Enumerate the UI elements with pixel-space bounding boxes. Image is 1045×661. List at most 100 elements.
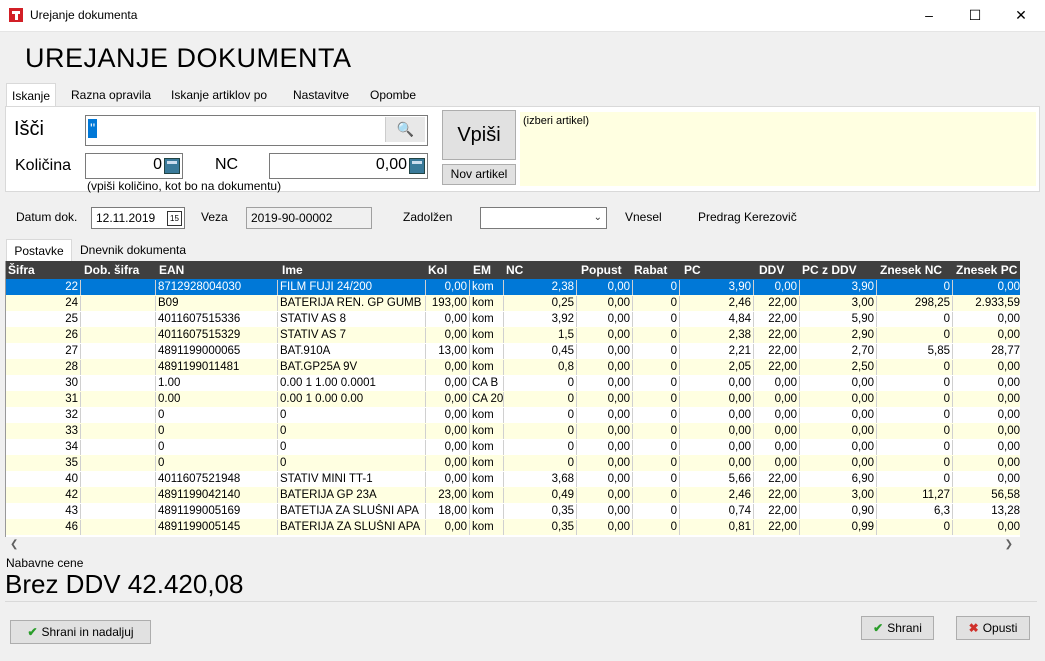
items-grid[interactable]: Šifra Dob. šifra EAN Ime Kol EM NC Popust Rabat P… bbox=[5, 261, 1021, 537]
column-header[interactable]: Rabat bbox=[634, 263, 667, 277]
table-cell bbox=[81, 280, 156, 295]
column-header[interactable]: PC bbox=[684, 263, 701, 277]
tab-iskanje-artiklov-po[interactable]: Iskanje artiklov po bbox=[166, 85, 272, 106]
table-cell: 5,66 bbox=[680, 472, 754, 487]
table-row[interactable]: 34 0 0 0,00 kom 0 0,00 0 0,00 0,00 0,00 0 0,00 bbox=[6, 439, 1021, 455]
table-cell: 193,00 bbox=[426, 296, 470, 311]
column-header[interactable]: EM bbox=[473, 263, 491, 277]
table-row[interactable]: 35 0 0 0,00 kom 0 0,00 0 0,00 0,00 0,00 0 0,00 bbox=[6, 455, 1021, 471]
calculator-icon[interactable] bbox=[164, 158, 180, 174]
table-cell: 0,00 bbox=[680, 408, 754, 423]
table-cell: 0 bbox=[633, 360, 680, 375]
datum-input[interactable]: 12.11.2019 15 bbox=[91, 207, 185, 229]
table-cell: 0 bbox=[278, 456, 426, 471]
chevron-down-icon[interactable]: ⌄ bbox=[594, 208, 602, 228]
column-header[interactable]: Znesek NC bbox=[880, 263, 942, 277]
table-cell: 0,35 bbox=[504, 520, 577, 535]
tab-nastavitve[interactable]: Nastavitve bbox=[288, 85, 354, 106]
tab-dnevnik-dokumenta[interactable]: Dnevnik dokumenta bbox=[80, 243, 186, 257]
table-cell: 0 bbox=[877, 376, 953, 391]
nov-artikel-button[interactable]: Nov artikel bbox=[442, 164, 516, 185]
table-cell: 0,99 bbox=[800, 520, 877, 535]
table-cell: 0,00 bbox=[953, 520, 1021, 535]
column-header[interactable]: Ime bbox=[282, 263, 303, 277]
table-row[interactable]: 31 0.00 0.00 1 0.00 0.00 0,00 CA 20 0 0,00 0 0,0… bbox=[6, 391, 1021, 407]
calendar-icon[interactable]: 15 bbox=[167, 211, 182, 226]
shrani-in-nadaljuj-button[interactable]: ✔ Shrani in nadaljuj bbox=[10, 620, 151, 644]
scroll-right-icon[interactable]: ❯ bbox=[1005, 539, 1013, 550]
table-cell: 0,00 bbox=[800, 424, 877, 439]
column-header[interactable]: DDV bbox=[759, 263, 784, 277]
column-header[interactable]: EAN bbox=[159, 263, 184, 277]
horizontal-scrollbar[interactable]: ❮ ❯ bbox=[5, 537, 1037, 554]
nc-input[interactable]: 0,00 bbox=[269, 153, 428, 179]
column-header[interactable]: PC z DDV bbox=[802, 263, 857, 277]
maximize-button[interactable]: ☐ bbox=[952, 0, 998, 31]
table-row[interactable]: 25 4011607515336 STATIV AS 8 0,00 kom 3,92 0,0… bbox=[6, 311, 1021, 327]
table-cell: 0 bbox=[877, 456, 953, 471]
tab-iskanje[interactable]: Iskanje bbox=[6, 83, 57, 108]
table-cell: kom bbox=[470, 424, 504, 439]
table-row[interactable]: 26 4011607515329 STATIV AS 7 0,00 kom 1,5 0,00… bbox=[6, 327, 1021, 343]
column-header[interactable]: Znesek PC bbox=[956, 263, 1017, 277]
search-input[interactable] bbox=[85, 115, 428, 146]
shrani-button[interactable]: ✔ Shrani bbox=[861, 616, 934, 640]
table-cell bbox=[81, 344, 156, 359]
minimize-button[interactable]: – bbox=[906, 0, 952, 31]
table-row[interactable]: 30 1.00 0.00 1 1.00 0.0001 0,00 CA B 0 0,00 0 0,… bbox=[6, 375, 1021, 391]
table-cell: 0,00 bbox=[577, 472, 633, 487]
table-cell: 4891199005169 bbox=[156, 504, 278, 519]
table-cell: 4891199000065 bbox=[156, 344, 278, 359]
table-cell: 0,00 bbox=[754, 408, 800, 423]
magnifier-icon[interactable]: 🔍 bbox=[385, 117, 425, 142]
vpisi-button[interactable]: Vpiši bbox=[442, 110, 516, 160]
table-row[interactable]: 46 4891199005145 BATERIJA ZA SLUŠNI APA 0,0… bbox=[6, 519, 1021, 535]
table-cell: BATERIJA REN. GP GUMB bbox=[278, 296, 426, 311]
scroll-left-icon[interactable]: ❮ bbox=[10, 539, 18, 550]
column-header[interactable]: Dob. šifra bbox=[84, 263, 139, 277]
table-cell: 22,00 bbox=[754, 344, 800, 359]
table-cell: 0 bbox=[278, 440, 426, 455]
table-row[interactable]: 27 4891199000065 BAT.910A 13,00 kom 0,45 0,00 0… bbox=[6, 343, 1021, 359]
table-cell: 22,00 bbox=[754, 312, 800, 327]
table-cell: 27 bbox=[6, 344, 81, 359]
table-cell: 46 bbox=[6, 520, 81, 535]
table-cell: 0 bbox=[156, 456, 278, 471]
table-row[interactable]: 32 0 0 0,00 kom 0 0,00 0 0,00 0,00 0,00 0 0,00 bbox=[6, 407, 1021, 423]
calculator-icon[interactable] bbox=[409, 158, 425, 174]
table-row[interactable]: 24 B09 BATERIJA REN. GP GUMB 193,00 kom 0,25 0… bbox=[6, 295, 1021, 311]
opusti-label: Opusti bbox=[982, 621, 1018, 635]
table-cell: 0,25 bbox=[504, 296, 577, 311]
table-row[interactable]: 40 4011607521948 STATIV MINI TT-1 0,00 kom 3,… bbox=[6, 471, 1021, 487]
table-cell: 22,00 bbox=[754, 328, 800, 343]
table-row[interactable]: 33 0 0 0,00 kom 0 0,00 0 0,00 0,00 0,00 0 0,00 bbox=[6, 423, 1021, 439]
column-header[interactable]: NC bbox=[506, 263, 523, 277]
page-title: UREJANJE DOKUMENTA bbox=[25, 43, 352, 73]
table-row[interactable]: 28 4891199011481 BAT.GP25A 9V 0,00 kom 0,8 0,0… bbox=[6, 359, 1021, 375]
table-cell: 0 bbox=[633, 392, 680, 407]
table-cell: 30 bbox=[6, 376, 81, 391]
table-cell: 8712928004030 bbox=[156, 280, 278, 295]
close-button[interactable]: ✕ bbox=[998, 0, 1044, 31]
table-cell: 28 bbox=[6, 360, 81, 375]
column-header[interactable]: Kol bbox=[428, 263, 447, 277]
table-cell: 2,90 bbox=[800, 328, 877, 343]
table-cell: 0,00 bbox=[577, 408, 633, 423]
vertical-scrollbar[interactable] bbox=[1020, 261, 1037, 537]
opusti-button[interactable]: ✖ Opusti bbox=[956, 616, 1030, 640]
table-row[interactable]: 22 8712928004030 FILM FUJI 24/200 0,00 kom 2,… bbox=[6, 279, 1021, 295]
column-header[interactable]: Popust bbox=[581, 263, 622, 277]
search-input-value[interactable]: '' bbox=[88, 119, 98, 138]
quantity-input[interactable]: 0 bbox=[85, 153, 183, 179]
table-cell: 0 bbox=[633, 408, 680, 423]
column-header[interactable]: Šifra bbox=[8, 263, 35, 277]
table-cell: 0,00 bbox=[680, 440, 754, 455]
tab-postavke[interactable]: Postavke bbox=[6, 239, 72, 262]
tab-opombe[interactable]: Opombe bbox=[365, 85, 421, 106]
table-row[interactable]: 43 4891199005169 BATETIJA ZA SLUŠNI APA 18,… bbox=[6, 503, 1021, 519]
tab-razna-opravila[interactable]: Razna opravila bbox=[66, 85, 156, 106]
table-cell: 0,00 bbox=[577, 456, 633, 471]
table-row[interactable]: 42 4891199042140 BATERIJA GP 23A 23,00 kom 0,… bbox=[6, 487, 1021, 503]
table-cell: 0,00 bbox=[680, 424, 754, 439]
zadolzen-select[interactable]: ⌄ bbox=[480, 207, 607, 229]
